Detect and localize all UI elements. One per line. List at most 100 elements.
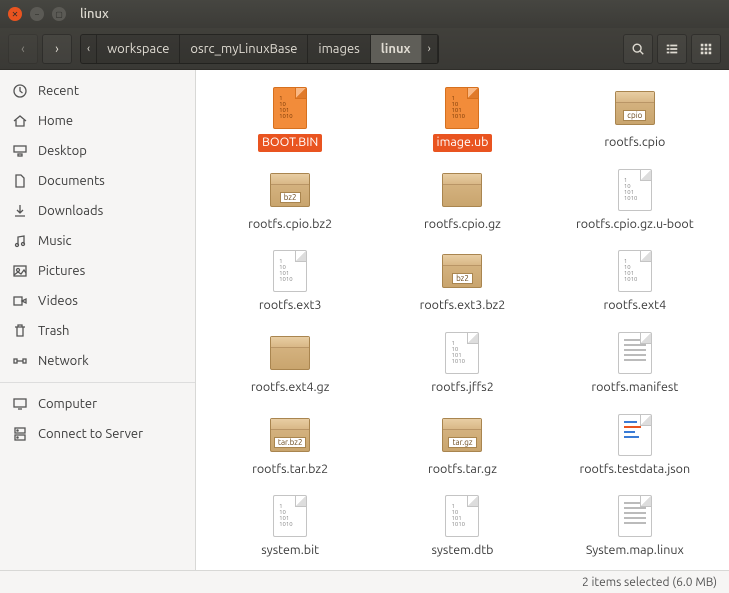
breadcrumb-seg-2[interactable]: images [308, 35, 370, 63]
file-item[interactable]: 1 10 101 1010 rootfs.jffs2 [382, 327, 542, 399]
chevron-right-icon: › [55, 42, 59, 56]
file-item[interactable]: 1 10 101 1010 rootfs.ext4 [555, 245, 715, 317]
nav-forward-button[interactable]: › [42, 34, 72, 64]
server-icon [12, 426, 28, 442]
file-package-icon [438, 166, 486, 214]
file-item[interactable]: rootfs.cpio.gz [382, 164, 542, 236]
sidebar-item-trash[interactable]: Trash [0, 316, 195, 346]
status-text: 2 items selected (6.0 MB) [582, 576, 717, 589]
file-grid: 1 10 101 1010BOOT.BIN1 10 101 1010image.… [204, 82, 721, 562]
file-label: system.dtb [427, 542, 497, 560]
sidebar-item-recent[interactable]: Recent [0, 76, 195, 106]
file-package-icon: bz2 [266, 166, 314, 214]
sidebar-item-desktop[interactable]: Desktop [0, 136, 195, 166]
file-item[interactable]: bz2rootfs.cpio.bz2 [210, 164, 370, 236]
sidebar-item-documents[interactable]: Documents [0, 166, 195, 196]
pictures-icon [12, 263, 28, 279]
home-icon [12, 113, 28, 129]
sidebar-item-label: Pictures [38, 264, 85, 278]
toolbar: ‹ › ‹ workspace osrc_myLinuxBase images … [0, 28, 729, 70]
file-label: rootfs.ext4.gz [247, 379, 334, 397]
file-package-icon: cpio [611, 84, 659, 132]
sidebar-item-label: Connect to Server [38, 427, 143, 441]
file-label: rootfs.jffs2 [427, 379, 498, 397]
file-item[interactable]: tar.gzrootfs.tar.gz [382, 409, 542, 481]
sidebar-item-connect-to-server[interactable]: Connect to Server [0, 419, 195, 449]
file-label: rootfs.cpio.gz.u-boot [572, 216, 698, 234]
file-label: system.bit [257, 542, 323, 560]
file-item[interactable]: rootfs.ext4.gz [210, 327, 370, 399]
file-binary-icon: 1 10 101 1010 [266, 84, 314, 132]
sidebar: Recent Home Desktop Documents Downloads Music… [0, 70, 196, 570]
file-label: rootfs.ext4 [599, 297, 670, 315]
sidebar-item-label: Downloads [38, 204, 103, 218]
file-item[interactable]: tar.bz2 rootfs.tar.bz2 [210, 409, 370, 481]
file-item[interactable]: cpio rootfs.cpio [555, 82, 715, 154]
window-close-button[interactable]: ✕ [8, 7, 22, 21]
downloads-icon [12, 203, 28, 219]
view-grid-button[interactable] [691, 34, 721, 64]
window-minimize-button[interactable]: – [30, 7, 44, 21]
sidebar-item-network[interactable]: Network [0, 346, 195, 376]
file-label: System.map.linux [582, 542, 688, 560]
file-bintext-icon: 1 10 101 1010 [611, 247, 659, 295]
sidebar-separator [0, 382, 195, 383]
breadcrumb-seg-1[interactable]: osrc_myLinuxBase [180, 35, 308, 63]
file-item[interactable]: 1 10 101 1010 image.ub [382, 82, 542, 154]
sidebar-item-label: Documents [38, 174, 105, 188]
file-label: rootfs.testdata.json [575, 461, 694, 479]
file-package-icon: tar.bz2 [266, 411, 314, 459]
view-list-button[interactable] [657, 34, 687, 64]
documents-icon [12, 173, 28, 189]
file-pane[interactable]: 1 10 101 1010BOOT.BIN1 10 101 1010image.… [196, 70, 729, 570]
file-label: rootfs.cpio.gz [420, 216, 505, 234]
sidebar-item-pictures[interactable]: Pictures [0, 256, 195, 286]
breadcrumb-seg-0[interactable]: workspace [97, 35, 180, 63]
sidebar-item-downloads[interactable]: Downloads [0, 196, 195, 226]
sidebar-item-computer[interactable]: Computer [0, 389, 195, 419]
sidebar-item-label: Computer [38, 397, 97, 411]
sidebar-item-label: Videos [38, 294, 78, 308]
videos-icon [12, 293, 28, 309]
breadcrumb-seg-3[interactable]: linux [371, 35, 422, 63]
file-item[interactable]: 1 10 101 1010rootfs.cpio.gz.u-boot [555, 164, 715, 236]
sidebar-item-label: Home [38, 114, 73, 128]
main-area: Recent Home Desktop Documents Downloads Music… [0, 70, 729, 570]
computer-icon [12, 396, 28, 412]
file-item[interactable]: 1 10 101 1010rootfs.ext3 [210, 245, 370, 317]
status-bar: 2 items selected (6.0 MB) [0, 570, 729, 593]
sidebar-item-label: Recent [38, 84, 79, 98]
file-item[interactable]: System.map.linux [555, 490, 715, 562]
sidebar-item-label: Network [38, 354, 89, 368]
sidebar-item-label: Desktop [38, 144, 87, 158]
file-label: rootfs.tar.gz [424, 461, 501, 479]
file-bintext-icon: 1 10 101 1010 [438, 329, 486, 377]
sidebar-item-music[interactable]: Music [0, 226, 195, 256]
breadcrumb-scroll-left[interactable]: ‹ [81, 35, 97, 63]
file-binary-icon: 1 10 101 1010 [438, 84, 486, 132]
file-label: image.ub [433, 134, 493, 152]
file-text-icon [611, 492, 659, 540]
file-item[interactable]: 1 10 101 1010system.dtb [382, 490, 542, 562]
file-bintext-icon: 1 10 101 1010 [266, 492, 314, 540]
nav-back-button[interactable]: ‹ [8, 34, 38, 64]
file-label: rootfs.cpio [600, 134, 669, 152]
desktop-icon [12, 143, 28, 159]
file-bintext-icon: 1 10 101 1010 [266, 247, 314, 295]
file-item[interactable]: 1 10 101 1010BOOT.BIN [210, 82, 370, 154]
grid-view-icon [699, 42, 713, 56]
file-item[interactable]: bz2rootfs.ext3.bz2 [382, 245, 542, 317]
file-item[interactable]: rootfs.testdata.json [555, 409, 715, 481]
clock-icon [12, 83, 28, 99]
window-maximize-button[interactable]: ▢ [52, 7, 66, 21]
chevron-left-icon: ‹ [21, 42, 25, 56]
search-button[interactable] [623, 34, 653, 64]
file-item[interactable]: 1 10 101 1010 system.bit [210, 490, 370, 562]
breadcrumb-scroll-right[interactable]: › [422, 35, 438, 63]
file-label: rootfs.tar.bz2 [248, 461, 332, 479]
music-icon [12, 233, 28, 249]
file-item[interactable]: rootfs.manifest [555, 327, 715, 399]
sidebar-item-videos[interactable]: Videos [0, 286, 195, 316]
trash-icon [12, 323, 28, 339]
sidebar-item-home[interactable]: Home [0, 106, 195, 136]
